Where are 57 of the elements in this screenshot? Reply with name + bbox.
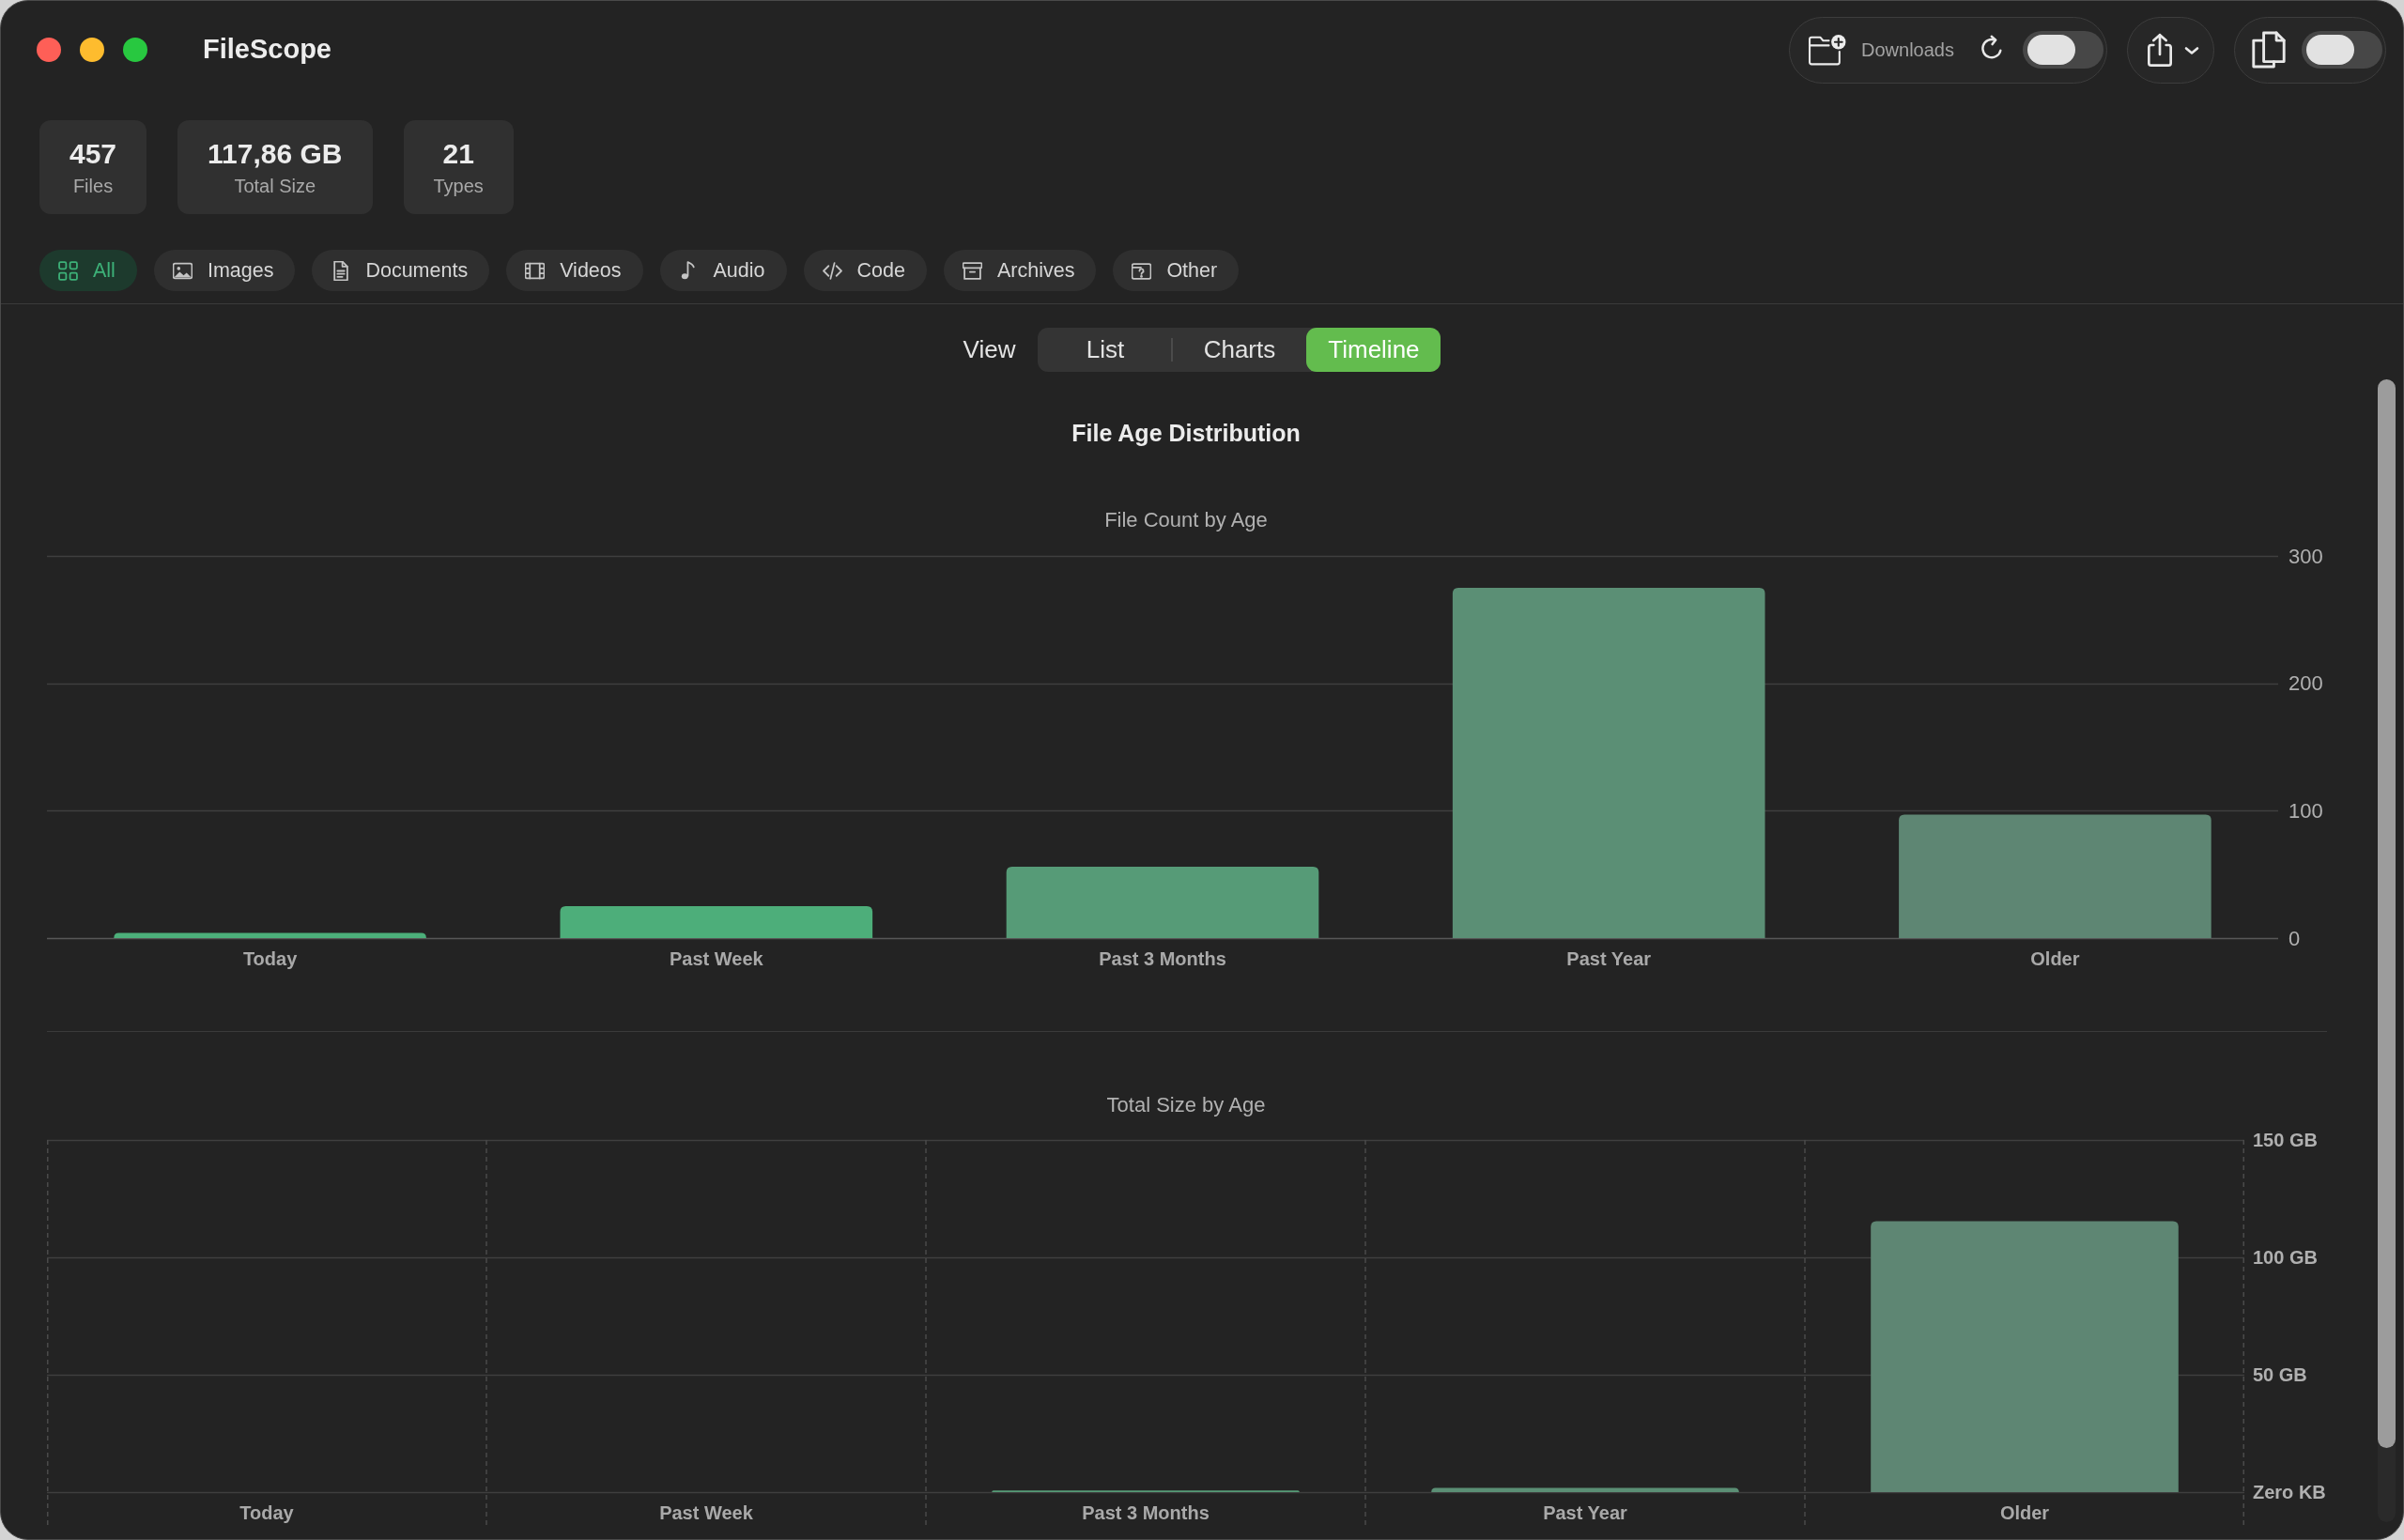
category-label: Older — [2030, 948, 2080, 969]
category-label: Older — [1999, 1502, 2050, 1523]
folder-button[interactable]: Downloads — [1807, 33, 1954, 67]
film-icon — [525, 260, 546, 281]
axis-tick-label: 50 GB — [2253, 1364, 2307, 1385]
segment-tab[interactable]: List — [1038, 328, 1173, 372]
category-label: Past Week — [659, 1502, 753, 1523]
filter-chip[interactable]: Archives — [943, 250, 1097, 291]
stat-label: Files — [72, 175, 114, 197]
filter-chip[interactable]: Code — [803, 250, 927, 291]
grid-icon — [58, 260, 78, 281]
chart-title: Total Size by Age — [1105, 1093, 1267, 1117]
category-label: Past Week — [669, 948, 763, 969]
copy-icon — [2252, 31, 2286, 69]
segment-tab[interactable]: Charts — [1172, 328, 1307, 372]
folder-plus-icon — [1807, 33, 1847, 67]
close-button[interactable] — [37, 38, 61, 62]
category-label: Past 3 Months — [1082, 1502, 1210, 1523]
axis-tick-label: 200 — [2288, 671, 2323, 696]
code-icon — [822, 260, 842, 281]
axis-tick-label: 0 — [2288, 926, 2301, 950]
filter-chip[interactable]: Audio — [659, 250, 787, 291]
question-folder-icon — [1132, 260, 1152, 281]
axis-tick-label: 150 GB — [2253, 1130, 2318, 1150]
image-icon — [172, 260, 193, 281]
category-label: Today — [242, 948, 298, 969]
axis-tick-label: 100 — [2288, 798, 2323, 823]
view-label: View — [963, 334, 1016, 365]
category-label: Past Year — [1566, 948, 1652, 969]
section-title: File Age Distribution — [1071, 419, 1302, 448]
stat-label: Total Size — [234, 175, 316, 197]
axis-tick-label: 300 — [2288, 545, 2323, 568]
filter-chip[interactable]: Other — [1113, 250, 1240, 291]
category-label: Past 3 Months — [1099, 948, 1226, 969]
axis-tick-label: 100 GB — [2253, 1247, 2318, 1268]
stat-value: 457 — [69, 137, 117, 171]
axis-tick-label: Zero KB — [2253, 1482, 2326, 1502]
copy-button[interactable] — [2252, 31, 2286, 69]
chart-title: File Count by Age — [1103, 508, 1269, 532]
filter-chip[interactable]: All — [39, 250, 137, 291]
archive-box-icon — [962, 260, 982, 281]
toggle-switch[interactable] — [2023, 31, 2104, 69]
zoom-button[interactable] — [123, 38, 147, 62]
category-label: Today — [239, 1502, 294, 1523]
minimize-button[interactable] — [80, 38, 104, 62]
stat-label: Types — [433, 175, 484, 197]
filter-chip[interactable]: Documents — [312, 250, 490, 291]
category-label: Past Year — [1543, 1502, 1627, 1523]
toggle-switch[interactable] — [2302, 31, 2382, 69]
stat-value: 117,86 GB — [208, 137, 343, 171]
document-icon — [331, 260, 351, 281]
scrollbar-thumb[interactable] — [2378, 379, 2396, 1448]
window-title: FileScope — [203, 33, 331, 67]
filter-chip[interactable]: Images — [153, 250, 296, 291]
share-icon — [2146, 32, 2174, 68]
stat-value: 21 — [442, 137, 474, 171]
filter-chip[interactable]: Videos — [506, 250, 643, 291]
